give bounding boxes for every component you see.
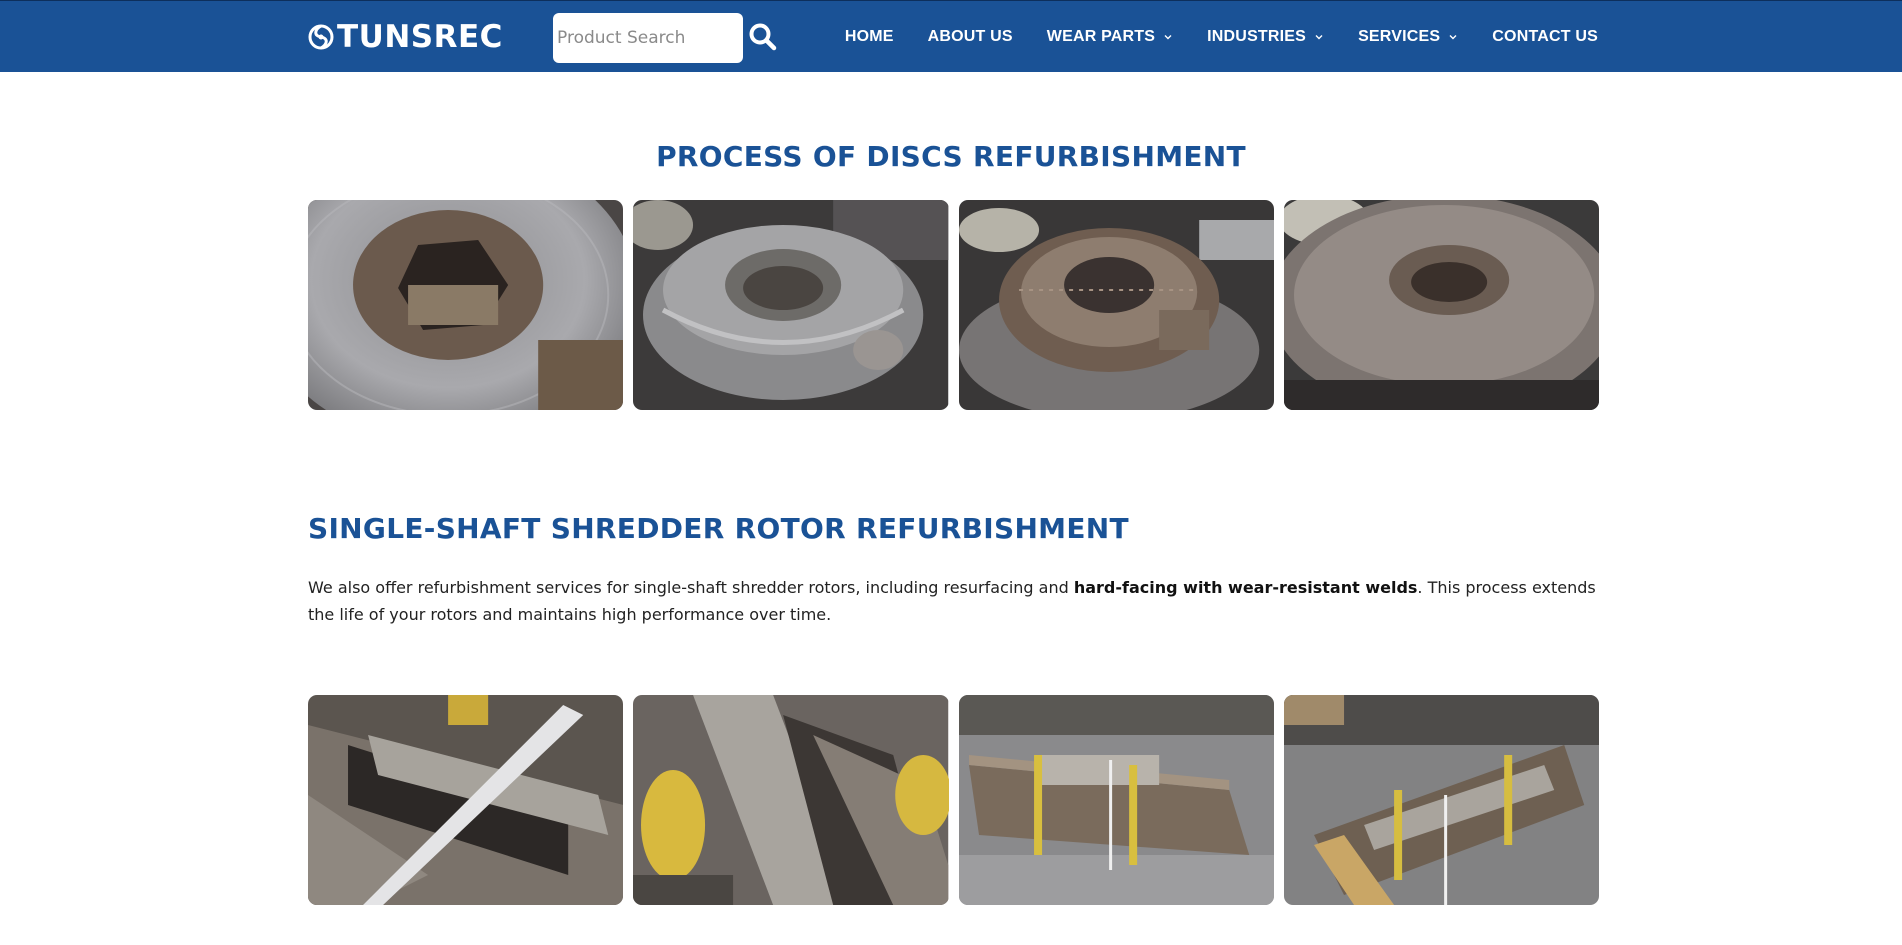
nav-item-wear-parts[interactable]: WEAR PARTS [1047, 28, 1173, 46]
disc-photo[interactable] [958, 200, 1274, 410]
nav-item-industries[interactable]: INDUSTRIES [1207, 28, 1324, 46]
disc-photo[interactable] [1283, 200, 1599, 410]
nav-label: SERVICES [1358, 28, 1441, 45]
rotor-description: We also offer refurbishment services for… [308, 574, 1600, 628]
search-button[interactable] [748, 22, 778, 52]
nav-label: CONTACT US [1492, 28, 1598, 45]
rotor-section-title: SINGLE-SHAFT SHREDDER ROTOR REFURBISHMEN… [308, 512, 1129, 545]
nav-item-services[interactable]: SERVICES [1358, 28, 1458, 46]
logo-text: TUNSREC [337, 19, 503, 55]
rotor-description-text: We also offer refurbishment services for… [308, 578, 1074, 597]
search-icon [749, 23, 777, 51]
nav-label: INDUSTRIES [1207, 28, 1307, 45]
chevron-down-icon [1449, 35, 1457, 40]
nav-item-home[interactable]: HOME [845, 28, 894, 46]
chevron-down-icon [1164, 35, 1172, 40]
rotor-photo[interactable] [958, 695, 1274, 905]
rotor-photo[interactable] [633, 695, 949, 905]
product-search-input[interactable] [553, 13, 743, 63]
rotor-photo[interactable] [308, 695, 624, 905]
chevron-down-icon [1315, 35, 1323, 40]
nav-item-contact-us[interactable]: CONTACT US [1492, 28, 1598, 46]
rotor-gallery [308, 695, 1599, 905]
rotor-photo[interactable] [1283, 695, 1599, 905]
discs-gallery [308, 200, 1599, 410]
disc-photo[interactable] [633, 200, 949, 410]
nav-label: ABOUT US [927, 28, 1013, 45]
nav-item-about-us[interactable]: ABOUT US [928, 28, 1013, 46]
nav-label: HOME [844, 28, 894, 45]
rotor-description-bold: hard-facing with wear-resistant welds [1073, 578, 1418, 597]
nav-label: WEAR PARTS [1046, 28, 1156, 45]
disc-photo[interactable] [308, 200, 624, 410]
discs-section-title: PROCESS OF DISCS REFURBISHMENT [656, 140, 1246, 173]
site-header: TUNSREC HOME ABOUT US WEAR PARTS INDUSTR… [0, 0, 1902, 72]
logo-mark-icon [308, 24, 334, 50]
logo[interactable]: TUNSREC [308, 20, 503, 54]
main-nav: HOME ABOUT US WEAR PARTS INDUSTRIES SERV… [845, 1, 1598, 73]
